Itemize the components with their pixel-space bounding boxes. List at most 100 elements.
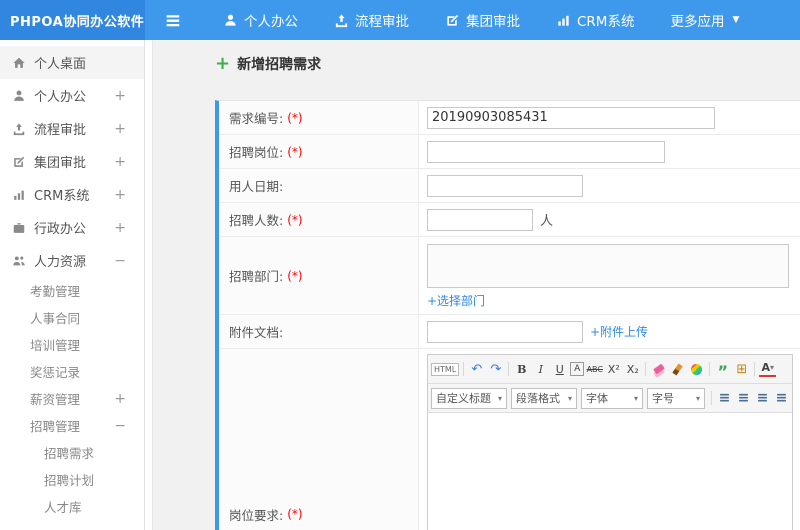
label-text: 用人日期: [229, 179, 284, 194]
underline-button[interactable]: U [551, 360, 568, 378]
font-style-button[interactable]: A [570, 362, 585, 376]
font-color-button[interactable]: A ▾ [759, 361, 777, 377]
eraser-icon[interactable] [650, 360, 667, 378]
sidebar-item-label: 人才库 [44, 500, 82, 515]
font-size-select[interactable]: 字号 ▾ [647, 387, 705, 409]
bold-button[interactable]: B [513, 360, 530, 378]
table-icon[interactable]: ⊞ [733, 360, 750, 378]
sidebar-item-label: 行政办公 [34, 222, 87, 237]
expand-toggle[interactable]: + [114, 220, 126, 236]
nav-group-approval[interactable]: 集团审批 [445, 10, 520, 30]
sidebar-item-talent-pool[interactable]: 人才库 [0, 493, 144, 520]
expand-toggle[interactable]: + [114, 154, 126, 170]
main-content: + 新增招聘需求 需求编号: (*) 招聘岗位: (*) [153, 40, 800, 530]
position-input[interactable] [427, 140, 665, 163]
form-row-attachment: 附件文档: +附件上传 [219, 315, 800, 349]
font-family-select[interactable]: 字体 ▾ [581, 387, 643, 409]
demand-no-input[interactable] [427, 106, 715, 129]
sidebar-item-personal-office[interactable]: 个人办公 + [0, 79, 144, 112]
field-label: 招聘岗位: (*) [219, 135, 419, 168]
sidebar-item-crm-system[interactable]: CRM系统 + [0, 178, 144, 211]
redo-icon[interactable]: ↷ [487, 360, 504, 378]
field-label: 招聘人数: (*) [219, 203, 419, 236]
briefcase-icon [12, 221, 26, 235]
hire-date-input[interactable] [427, 174, 583, 197]
paragraph-format-select[interactable]: 段落格式 ▾ [511, 387, 577, 409]
sidebar-item-admin-office[interactable]: 行政办公 + [0, 211, 144, 244]
collapse-toggle[interactable]: − [114, 418, 126, 434]
label-text: 岗位要求: [229, 507, 284, 523]
required-mark: (*) [287, 268, 303, 283]
people-icon [12, 254, 26, 268]
recruitment-demand-form: 需求编号: (*) 招聘岗位: (*) [215, 100, 800, 530]
caret-down-icon: ▾ [497, 393, 502, 403]
collapse-toggle[interactable]: − [114, 253, 126, 269]
select-department-link[interactable]: +选择部门 [427, 292, 485, 309]
sidebar-item-label: 个人办公 [34, 90, 87, 105]
attachment-input[interactable] [427, 320, 583, 343]
field-cell: HTML ↶ ↷ B I U A ABC X² X₂ ” ⊞ A ▾ 自定义标题… [419, 349, 800, 530]
form-row-hire-date: 用人日期: [219, 169, 800, 203]
sidebar-item-label: 招聘需求 [44, 446, 95, 461]
sidebar: 个人桌面 个人办公 + 流程审批 + 集团审批 + CRM系统 + 行政办公 +… [0, 40, 145, 530]
sidebar-item-training-mgmt[interactable]: 培训管理 [0, 331, 144, 358]
sidebar-item-workflow-approval[interactable]: 流程审批 + [0, 112, 144, 145]
strikethrough-button[interactable]: ABC [586, 360, 603, 378]
flow-upload-icon [334, 13, 349, 28]
sidebar-item-label: 个人桌面 [34, 57, 87, 72]
nav-crm-system[interactable]: CRM系统 [556, 10, 634, 30]
toolbar-separator [711, 391, 712, 405]
person-icon [223, 13, 238, 28]
nav-workflow-approval[interactable]: 流程审批 [334, 10, 409, 30]
sidebar-item-recruitment-demand[interactable]: 招聘需求 [0, 439, 144, 466]
caret-down-icon: ▾ [770, 363, 775, 372]
edit-icon [12, 155, 26, 169]
sidebar-item-hr-contract[interactable]: 人事合同 [0, 304, 144, 331]
sidebar-item-label: 考勤管理 [30, 284, 81, 299]
expand-toggle[interactable]: + [114, 391, 126, 407]
nav-personal-office[interactable]: 个人办公 [223, 10, 298, 30]
select-label: 字号 [652, 392, 674, 405]
expand-toggle[interactable]: + [114, 121, 126, 137]
department-textarea[interactable] [427, 244, 789, 288]
color-palette-icon[interactable] [688, 360, 705, 378]
sidebar-item-human-resources[interactable]: 人力资源 − [0, 244, 144, 277]
format-brush-icon[interactable] [669, 360, 686, 378]
attachment-upload-link[interactable]: +附件上传 [590, 323, 648, 340]
field-label: 招聘部门: (*) [219, 237, 419, 314]
field-label: 岗位要求: (*) [219, 349, 419, 530]
expand-toggle[interactable]: + [114, 187, 126, 203]
toolbar-separator [645, 362, 647, 376]
heading-select[interactable]: 自定义标题 ▾ [431, 387, 507, 409]
align-right-icon[interactable]: ≡ [754, 389, 771, 407]
form-row-job-requirements: 岗位要求: (*) HTML ↶ ↷ B I U A ABC X² X₂ ” ⊞… [219, 349, 800, 530]
html-source-button[interactable]: HTML [431, 362, 460, 376]
nav-more-apps[interactable]: 更多应用 ▼ [670, 10, 739, 30]
body-wrap: 个人桌面 个人办公 + 流程审批 + 集团审批 + CRM系统 + 行政办公 +… [0, 40, 800, 530]
blockquote-button[interactable]: ” [714, 357, 731, 381]
menu-icon[interactable]: ≡ [145, 0, 201, 40]
expand-toggle[interactable]: + [114, 88, 126, 104]
bar-chart-icon [556, 13, 571, 28]
sidebar-item-group-approval[interactable]: 集团审批 + [0, 145, 144, 178]
form-row-department: 招聘部门: (*) +选择部门 [219, 237, 800, 315]
sidebar-item-recruitment-plan[interactable]: 招聘计划 [0, 466, 144, 493]
subscript-button[interactable]: X₂ [624, 360, 641, 378]
align-left-icon[interactable]: ≡ [716, 389, 733, 407]
page-title: + 新增招聘需求 [215, 54, 800, 74]
sidebar-item-attendance-mgmt[interactable]: 考勤管理 [0, 277, 144, 304]
sidebar-splitter[interactable] [145, 40, 153, 530]
sidebar-item-salary-mgmt[interactable]: 薪资管理 + [0, 385, 144, 412]
italic-button[interactable]: I [532, 360, 549, 378]
superscript-button[interactable]: X² [605, 360, 622, 378]
sidebar-item-label: 招聘计划 [44, 473, 95, 488]
sidebar-item-reward-punishment[interactable]: 奖惩记录 [0, 358, 144, 385]
headcount-input[interactable] [427, 208, 533, 231]
undo-icon[interactable]: ↶ [468, 360, 485, 378]
sidebar-item-label: 奖惩记录 [30, 365, 81, 380]
editor-content-area[interactable] [428, 413, 792, 530]
align-justify-icon[interactable]: ≡ [773, 389, 790, 407]
sidebar-item-recruitment-mgmt[interactable]: 招聘管理 − [0, 412, 144, 439]
sidebar-item-personal-desktop[interactable]: 个人桌面 [0, 46, 144, 79]
align-center-icon[interactable]: ≡ [735, 389, 752, 407]
